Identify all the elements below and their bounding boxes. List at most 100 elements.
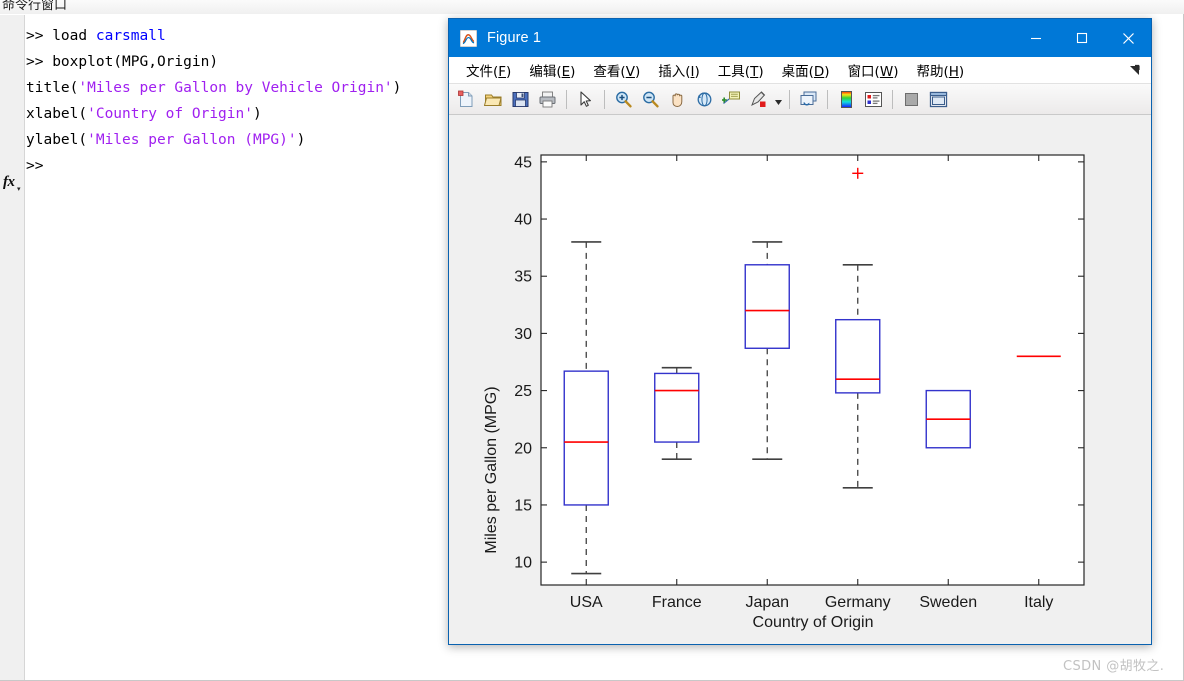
menu-mnemonic: D xyxy=(814,64,824,80)
menu-mnemonic: W xyxy=(880,64,893,80)
command-token: ) xyxy=(297,132,306,148)
command-token: ylabel( xyxy=(26,132,87,148)
y-tick-label: 25 xyxy=(514,383,532,400)
new-figure-icon xyxy=(457,90,476,109)
menu-item-7[interactable]: 窗口(W) xyxy=(840,58,907,83)
fx-function-icon[interactable]: fx▾ xyxy=(3,174,15,191)
legend-icon xyxy=(864,90,883,109)
menu-item-6[interactable]: 桌面(D) xyxy=(774,58,838,83)
chart-x-axis-label: Country of Origin xyxy=(753,614,874,631)
chart-y-axis-label: Miles per Gallon (MPG) xyxy=(483,386,500,553)
save-figure-button[interactable] xyxy=(508,87,533,112)
menu-item-4[interactable]: 插入(I) xyxy=(650,58,708,83)
command-token: 'Miles per Gallon (MPG)' xyxy=(87,132,297,148)
csdn-watermark: CSDN @胡牧之. xyxy=(1063,655,1164,674)
legend-button[interactable] xyxy=(861,87,886,112)
command-token: title( xyxy=(26,80,78,96)
command-token: 'Miles per Gallon by Vehicle Origin' xyxy=(78,80,392,96)
link-plot-button[interactable] xyxy=(796,87,821,112)
link-plot-icon xyxy=(799,90,818,109)
print-figure-button[interactable] xyxy=(535,87,560,112)
figure-plot-canvas[interactable]: Miles per Gallon by Vehicle Origin Miles… xyxy=(449,115,1151,644)
rotate-3d-button[interactable] xyxy=(692,87,717,112)
figure-menubar: 文件(F)编辑(E)查看(V)插入(I)工具(T)桌面(D)窗口(W)帮助(H) xyxy=(449,57,1151,84)
data-cursor-button[interactable] xyxy=(719,87,744,112)
hide-plot-tools-button[interactable] xyxy=(899,87,924,112)
zoom-out-icon xyxy=(641,90,660,109)
hide-plot-tools-icon xyxy=(902,90,921,109)
command-line: xlabel('Country of Origin') xyxy=(26,101,262,127)
menu-mnemonic: I xyxy=(691,64,695,80)
menu-mnemonic: E xyxy=(562,64,571,80)
y-tick-label: 20 xyxy=(514,440,532,457)
plot-frame xyxy=(541,155,1084,585)
data-cursor-icon xyxy=(722,90,741,109)
command-token: ) xyxy=(253,106,262,122)
y-tick-label: 45 xyxy=(514,154,532,171)
new-figure-button[interactable] xyxy=(454,87,479,112)
command-token: load xyxy=(43,28,95,44)
window-controls xyxy=(1013,19,1151,57)
y-tick-label: 30 xyxy=(514,326,532,343)
save-figure-icon xyxy=(511,90,530,109)
command-window-gutter: fx▾ xyxy=(0,15,25,681)
command-token: ) xyxy=(393,80,402,96)
menu-mnemonic: T xyxy=(750,64,758,80)
zoom-out-button[interactable] xyxy=(638,87,663,112)
figure-title: Figure 1 xyxy=(487,30,541,46)
matlab-membrane-icon xyxy=(460,30,477,47)
print-figure-icon xyxy=(538,90,557,109)
colorbar-button[interactable] xyxy=(834,87,859,112)
boxplot-chart: Miles per Gallon by Vehicle Origin Miles… xyxy=(449,115,1151,644)
figure-titlebar[interactable]: Figure 1 xyxy=(449,19,1151,57)
show-plot-tools-button[interactable] xyxy=(926,87,951,112)
menu-item-5[interactable]: 工具(T) xyxy=(710,58,772,83)
x-tick-label: Italy xyxy=(1024,594,1053,611)
maximize-icon xyxy=(1076,32,1088,44)
rotate-3d-icon xyxy=(695,90,714,109)
x-tick-label: Japan xyxy=(745,594,789,611)
command-window-title: 命令行窗口 xyxy=(2,0,67,13)
command-window-titlebar: 命令行窗口 xyxy=(0,0,1184,14)
brush-dropdown-button[interactable] xyxy=(773,87,783,112)
y-tick-label: 15 xyxy=(514,497,532,514)
close-button[interactable] xyxy=(1105,19,1151,57)
show-plot-tools-icon xyxy=(929,90,948,109)
x-tick-label: France xyxy=(652,594,702,611)
figure-toolbar xyxy=(449,84,1151,115)
toolbar-separator xyxy=(789,90,790,109)
minimize-button[interactable] xyxy=(1013,19,1059,57)
close-icon xyxy=(1122,32,1135,45)
command-token: xlabel( xyxy=(26,106,87,122)
menu-item-2[interactable]: 编辑(E) xyxy=(521,58,583,83)
menu-mnemonic: V xyxy=(626,64,635,80)
pan-hand-button[interactable] xyxy=(665,87,690,112)
figure-window: Figure 1 xyxy=(448,18,1152,645)
x-tick-label: Germany xyxy=(825,594,891,611)
x-tick-label: Sweden xyxy=(919,594,977,611)
y-tick-label: 35 xyxy=(514,269,532,286)
command-token: carsmall xyxy=(96,28,166,44)
menu-mnemonic: H xyxy=(949,64,959,80)
open-file-button[interactable] xyxy=(481,87,506,112)
undock-arrow-icon[interactable] xyxy=(1128,63,1143,78)
command-line: >> xyxy=(26,153,43,179)
y-tick-label: 10 xyxy=(514,555,532,572)
pointer-arrow-button[interactable] xyxy=(573,87,598,112)
menu-item-1[interactable]: 文件(F) xyxy=(458,58,519,83)
command-line: title('Miles per Gallon by Vehicle Origi… xyxy=(26,75,401,101)
screen-root: 命令行窗口 fx▾ >> load carsmall>> boxplot(MPG… xyxy=(0,0,1184,681)
minimize-icon xyxy=(1030,32,1042,44)
menu-item-8[interactable]: 帮助(H) xyxy=(908,58,972,83)
pointer-arrow-icon xyxy=(576,90,595,109)
zoom-in-button[interactable] xyxy=(611,87,636,112)
x-tick-label: USA xyxy=(570,594,603,611)
pan-hand-icon xyxy=(668,90,687,109)
maximize-button[interactable] xyxy=(1059,19,1105,57)
brush-icon xyxy=(749,90,768,109)
brush-button[interactable] xyxy=(746,87,771,112)
toolbar-separator xyxy=(604,90,605,109)
menu-item-3[interactable]: 查看(V) xyxy=(585,58,648,83)
colorbar-icon xyxy=(837,90,856,109)
zoom-in-icon xyxy=(614,90,633,109)
